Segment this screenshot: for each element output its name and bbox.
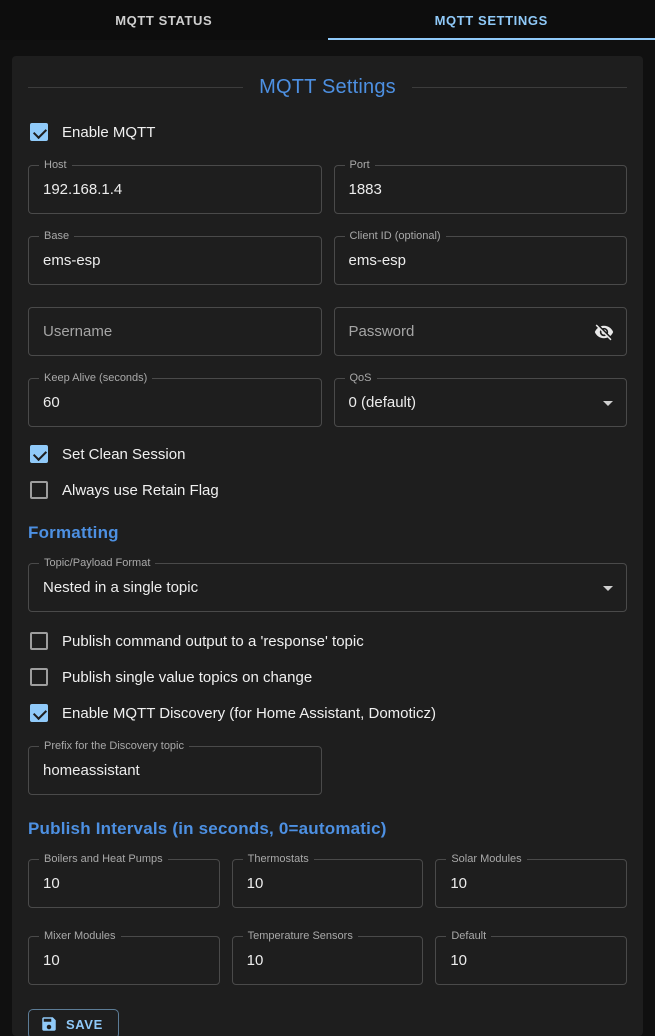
interval-mixer-field: Mixer Modules (28, 936, 220, 985)
discovery-prefix-field: Prefix for the Discovery topic (28, 746, 322, 795)
divider (28, 87, 243, 88)
page-title: MQTT Settings (243, 76, 412, 99)
tab-mqtt-settings[interactable]: MQTT SETTINGS (328, 0, 655, 40)
topic-payload-format-select[interactable]: Topic/Payload Format Nested in a single … (28, 563, 627, 612)
client-id-input[interactable] (335, 237, 627, 284)
checkbox-enable-mqtt-discovery[interactable]: Enable MQTT Discovery (for Home Assistan… (28, 704, 627, 722)
tab-bar: MQTT STATUS MQTT SETTINGS (0, 0, 655, 40)
username-input[interactable] (29, 308, 321, 355)
save-button[interactable]: SAVE (28, 1009, 119, 1036)
checkbox-label: Always use Retain Flag (62, 482, 219, 499)
base-label: Base (39, 229, 74, 243)
port-label: Port (345, 158, 375, 172)
interval-thermostats-input[interactable] (233, 860, 423, 907)
checkbox-label: Publish single value topics on change (62, 669, 312, 686)
interval-solar-input[interactable] (436, 860, 626, 907)
formatting-heading: Formatting (28, 523, 627, 543)
discovery-prefix-input[interactable] (29, 747, 321, 794)
publish-intervals-heading: Publish Intervals (in seconds, 0=automat… (28, 819, 627, 839)
checkbox-enable-mqtt[interactable]: Enable MQTT (28, 123, 627, 141)
topic-payload-format-value: Nested in a single topic (29, 579, 212, 596)
discovery-prefix-label: Prefix for the Discovery topic (39, 739, 189, 753)
page-title-row: MQTT Settings (28, 76, 627, 99)
interval-mixer-input[interactable] (29, 937, 219, 984)
checkbox-checked-icon[interactable] (30, 123, 48, 141)
keep-alive-field: Keep Alive (seconds) (28, 378, 322, 427)
interval-default-field: Default (435, 936, 627, 985)
checkbox-label: Enable MQTT Discovery (for Home Assistan… (62, 705, 436, 722)
interval-label: Temperature Sensors (243, 929, 358, 943)
interval-label: Boilers and Heat Pumps (39, 852, 168, 866)
interval-boilers-input[interactable] (29, 860, 219, 907)
checkbox-label: Enable MQTT (62, 124, 155, 141)
interval-label: Mixer Modules (39, 929, 121, 943)
username-field (28, 307, 322, 356)
toggle-password-visibility-button[interactable] (590, 318, 618, 346)
checkbox-unchecked-icon[interactable] (30, 668, 48, 686)
keep-alive-input[interactable] (29, 379, 321, 426)
client-id-field: Client ID (optional) (334, 236, 628, 285)
interval-label: Default (446, 929, 491, 943)
tab-label: MQTT STATUS (115, 13, 212, 28)
qos-value: 0 (default) (335, 394, 431, 411)
base-input[interactable] (29, 237, 321, 284)
interval-label: Thermostats (243, 852, 314, 866)
interval-default-input[interactable] (436, 937, 626, 984)
qos-label: QoS (345, 371, 377, 385)
topic-payload-format-label: Topic/Payload Format (39, 556, 155, 570)
save-button-label: SAVE (66, 1017, 103, 1032)
tab-label: MQTT SETTINGS (435, 13, 548, 28)
base-field: Base (28, 236, 322, 285)
password-input[interactable] (335, 308, 627, 355)
chevron-down-icon (603, 401, 613, 406)
client-id-label: Client ID (optional) (345, 229, 446, 243)
settings-card: MQTT Settings Enable MQTT Host Port Base… (12, 56, 643, 1036)
interval-solar-field: Solar Modules (435, 859, 627, 908)
checkbox-label: Set Clean Session (62, 446, 185, 463)
checkbox-unchecked-icon[interactable] (30, 632, 48, 650)
keep-alive-label: Keep Alive (seconds) (39, 371, 152, 385)
port-input[interactable] (335, 166, 627, 213)
host-label: Host (39, 158, 72, 172)
qos-select[interactable]: QoS 0 (default) (334, 378, 628, 427)
checkbox-publish-single-value-topics[interactable]: Publish single value topics on change (28, 668, 627, 686)
interval-label: Solar Modules (446, 852, 526, 866)
visibility-off-icon (594, 322, 614, 342)
interval-temperature-sensors-input[interactable] (233, 937, 423, 984)
checkbox-checked-icon[interactable] (30, 445, 48, 463)
interval-boilers-field: Boilers and Heat Pumps (28, 859, 220, 908)
interval-thermostats-field: Thermostats (232, 859, 424, 908)
password-field (334, 307, 628, 356)
checkbox-unchecked-icon[interactable] (30, 481, 48, 499)
host-input[interactable] (29, 166, 321, 213)
host-field: Host (28, 165, 322, 214)
divider (412, 87, 627, 88)
checkbox-set-clean-session[interactable]: Set Clean Session (28, 445, 627, 463)
tab-mqtt-status[interactable]: MQTT STATUS (0, 0, 328, 40)
checkbox-publish-response-topic[interactable]: Publish command output to a 'response' t… (28, 632, 627, 650)
checkbox-checked-icon[interactable] (30, 704, 48, 722)
checkbox-always-use-retain-flag[interactable]: Always use Retain Flag (28, 481, 627, 499)
port-field: Port (334, 165, 628, 214)
interval-temperature-sensors-field: Temperature Sensors (232, 936, 424, 985)
save-icon (40, 1015, 58, 1033)
checkbox-label: Publish command output to a 'response' t… (62, 633, 364, 650)
chevron-down-icon (603, 586, 613, 591)
